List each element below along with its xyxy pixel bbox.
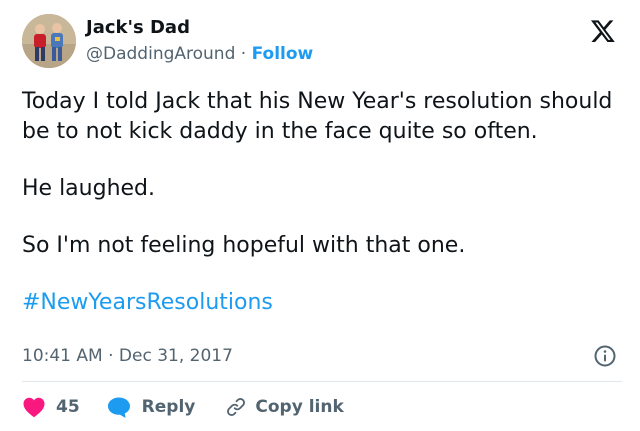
copy-link-label: Copy link — [255, 397, 344, 417]
tweet-time: 10:41 AM — [22, 346, 103, 366]
speech-bubble-icon — [107, 397, 130, 418]
tweet-text: Today I told Jack that his New Year's re… — [22, 87, 622, 318]
tweet-date: Dec 31, 2017 — [118, 346, 233, 366]
x-logo-icon[interactable] — [590, 19, 616, 43]
follow-button[interactable]: Follow — [252, 44, 314, 64]
handle-separator: · — [240, 44, 247, 64]
timestamp-separator: · — [108, 346, 114, 366]
divider — [22, 381, 622, 382]
tweet-paragraph: Today I told Jack that his New Year's re… — [22, 89, 613, 144]
reply-button[interactable]: Reply — [106, 395, 196, 419]
like-button[interactable]: 45 — [22, 396, 80, 418]
tweet-paragraph: He laughed. — [22, 176, 156, 201]
hashtag-link[interactable]: #NewYearsResolutions — [22, 290, 273, 315]
author-name[interactable]: Jack's Dad — [86, 17, 190, 39]
heart-icon — [23, 397, 45, 418]
avatar[interactable] — [22, 14, 76, 68]
action-bar: 45 Reply Copy link — [22, 394, 344, 420]
link-icon — [227, 398, 246, 416]
like-count: 45 — [56, 397, 80, 417]
reply-label: Reply — [141, 397, 196, 417]
author-handle-row: @DaddingAround · Follow — [86, 43, 313, 65]
author-handle[interactable]: @DaddingAround — [86, 44, 235, 64]
tweet-timestamp[interactable]: 10:41 AM · Dec 31, 2017 — [22, 345, 233, 367]
info-icon[interactable] — [593, 344, 617, 368]
copy-link-button[interactable]: Copy link — [225, 396, 344, 418]
tweet-paragraph: So I'm not feeling hopeful with that one… — [22, 233, 466, 258]
avatar-photo — [22, 14, 76, 68]
